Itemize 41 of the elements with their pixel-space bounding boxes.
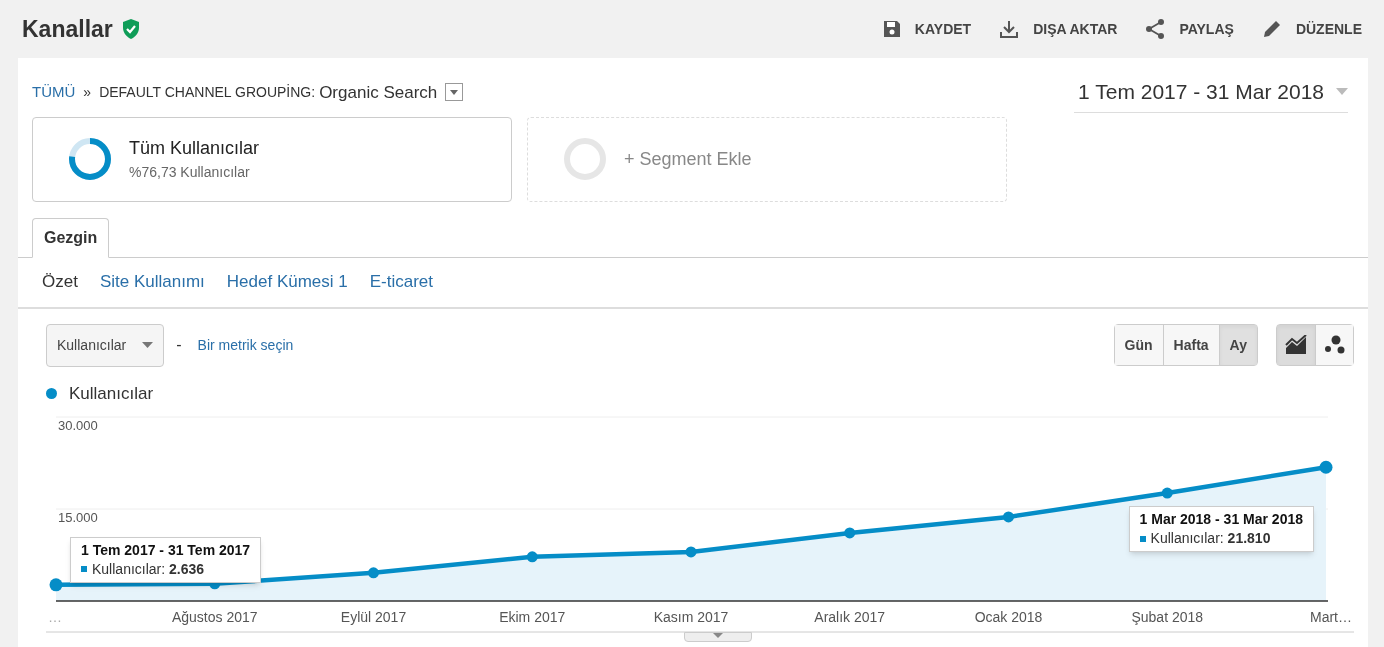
x-axis-label: Şubat 2018 bbox=[1131, 609, 1204, 625]
tooltip-title: 1 Tem 2017 - 31 Tem 2017 bbox=[81, 540, 251, 560]
breadcrumb-label: DEFAULT CHANNEL GROUPİNG: bbox=[99, 82, 316, 102]
subtab-link[interactable]: Özet bbox=[42, 269, 78, 295]
x-axis-label: Kasım 2017 bbox=[653, 609, 729, 625]
tooltip-title: 1 Mar 2018 - 31 Mar 2018 bbox=[1139, 510, 1303, 530]
interval-button[interactable]: Gün bbox=[1114, 325, 1163, 365]
x-axis-label: Ocak 2018 bbox=[974, 609, 1043, 625]
x-axis-label: Mart… bbox=[1310, 609, 1352, 625]
subtab-link[interactable]: E-ticaret bbox=[369, 269, 434, 295]
separator-dash: - bbox=[176, 335, 182, 355]
tooltip-value: Kullanıcılar: 2.636 bbox=[92, 559, 205, 579]
breadcrumb-value: Organic Search bbox=[319, 81, 438, 104]
x-axis-label: … bbox=[48, 609, 62, 625]
select-metric-link[interactable]: Bir metrik seçin bbox=[197, 334, 294, 356]
segment-subtitle: %76,73 Kullanıcılar bbox=[129, 163, 251, 182]
x-axis-label: Aralık 2017 bbox=[814, 609, 886, 625]
share-button[interactable]: PAYLAŞ bbox=[1145, 18, 1234, 40]
x-axis-label: Ağustos 2017 bbox=[171, 609, 258, 625]
date-range-picker[interactable]: 1 Tem 2017 - 31 Mar 2018 bbox=[1074, 76, 1348, 113]
segment-title: Tüm Kullanıcılar bbox=[129, 137, 260, 160]
export-button[interactable]: DIŞA AKTAR bbox=[999, 18, 1118, 40]
add-segment-label: + Segment Ekle bbox=[624, 147, 752, 171]
breadcrumb-link[interactable]: TÜMÜ bbox=[32, 81, 76, 104]
interval-button[interactable]: Hafta bbox=[1162, 325, 1219, 365]
explorer-tab[interactable]: Gezgin bbox=[32, 217, 110, 258]
edit-button[interactable]: DÜZENLE bbox=[1261, 18, 1362, 40]
interval-button[interactable]: Ay bbox=[1218, 325, 1257, 365]
metric-dropdown[interactable]: Kullanıcılar bbox=[46, 323, 165, 367]
y-tick-label: 30.000 bbox=[58, 418, 98, 433]
y-tick-label: 15.000 bbox=[58, 510, 98, 525]
legend-label: Kullanıcılar bbox=[69, 382, 154, 405]
subtab-link[interactable]: Site Kullanımı bbox=[99, 269, 205, 295]
page-title: Kanallar bbox=[22, 14, 113, 44]
save-button[interactable]: KAYDET bbox=[882, 18, 972, 40]
breadcrumb-separator: » bbox=[83, 82, 92, 102]
x-axis-label: Ekim 2017 bbox=[499, 609, 566, 625]
subtab-link[interactable]: Hedef Kümesi 1 bbox=[226, 269, 348, 295]
tooltip-value: Kullanıcılar: 21.810 bbox=[1150, 529, 1271, 549]
x-axis-label: Eylül 2017 bbox=[340, 609, 407, 625]
add-segment-card[interactable]: + Segment Ekle bbox=[527, 116, 1007, 202]
